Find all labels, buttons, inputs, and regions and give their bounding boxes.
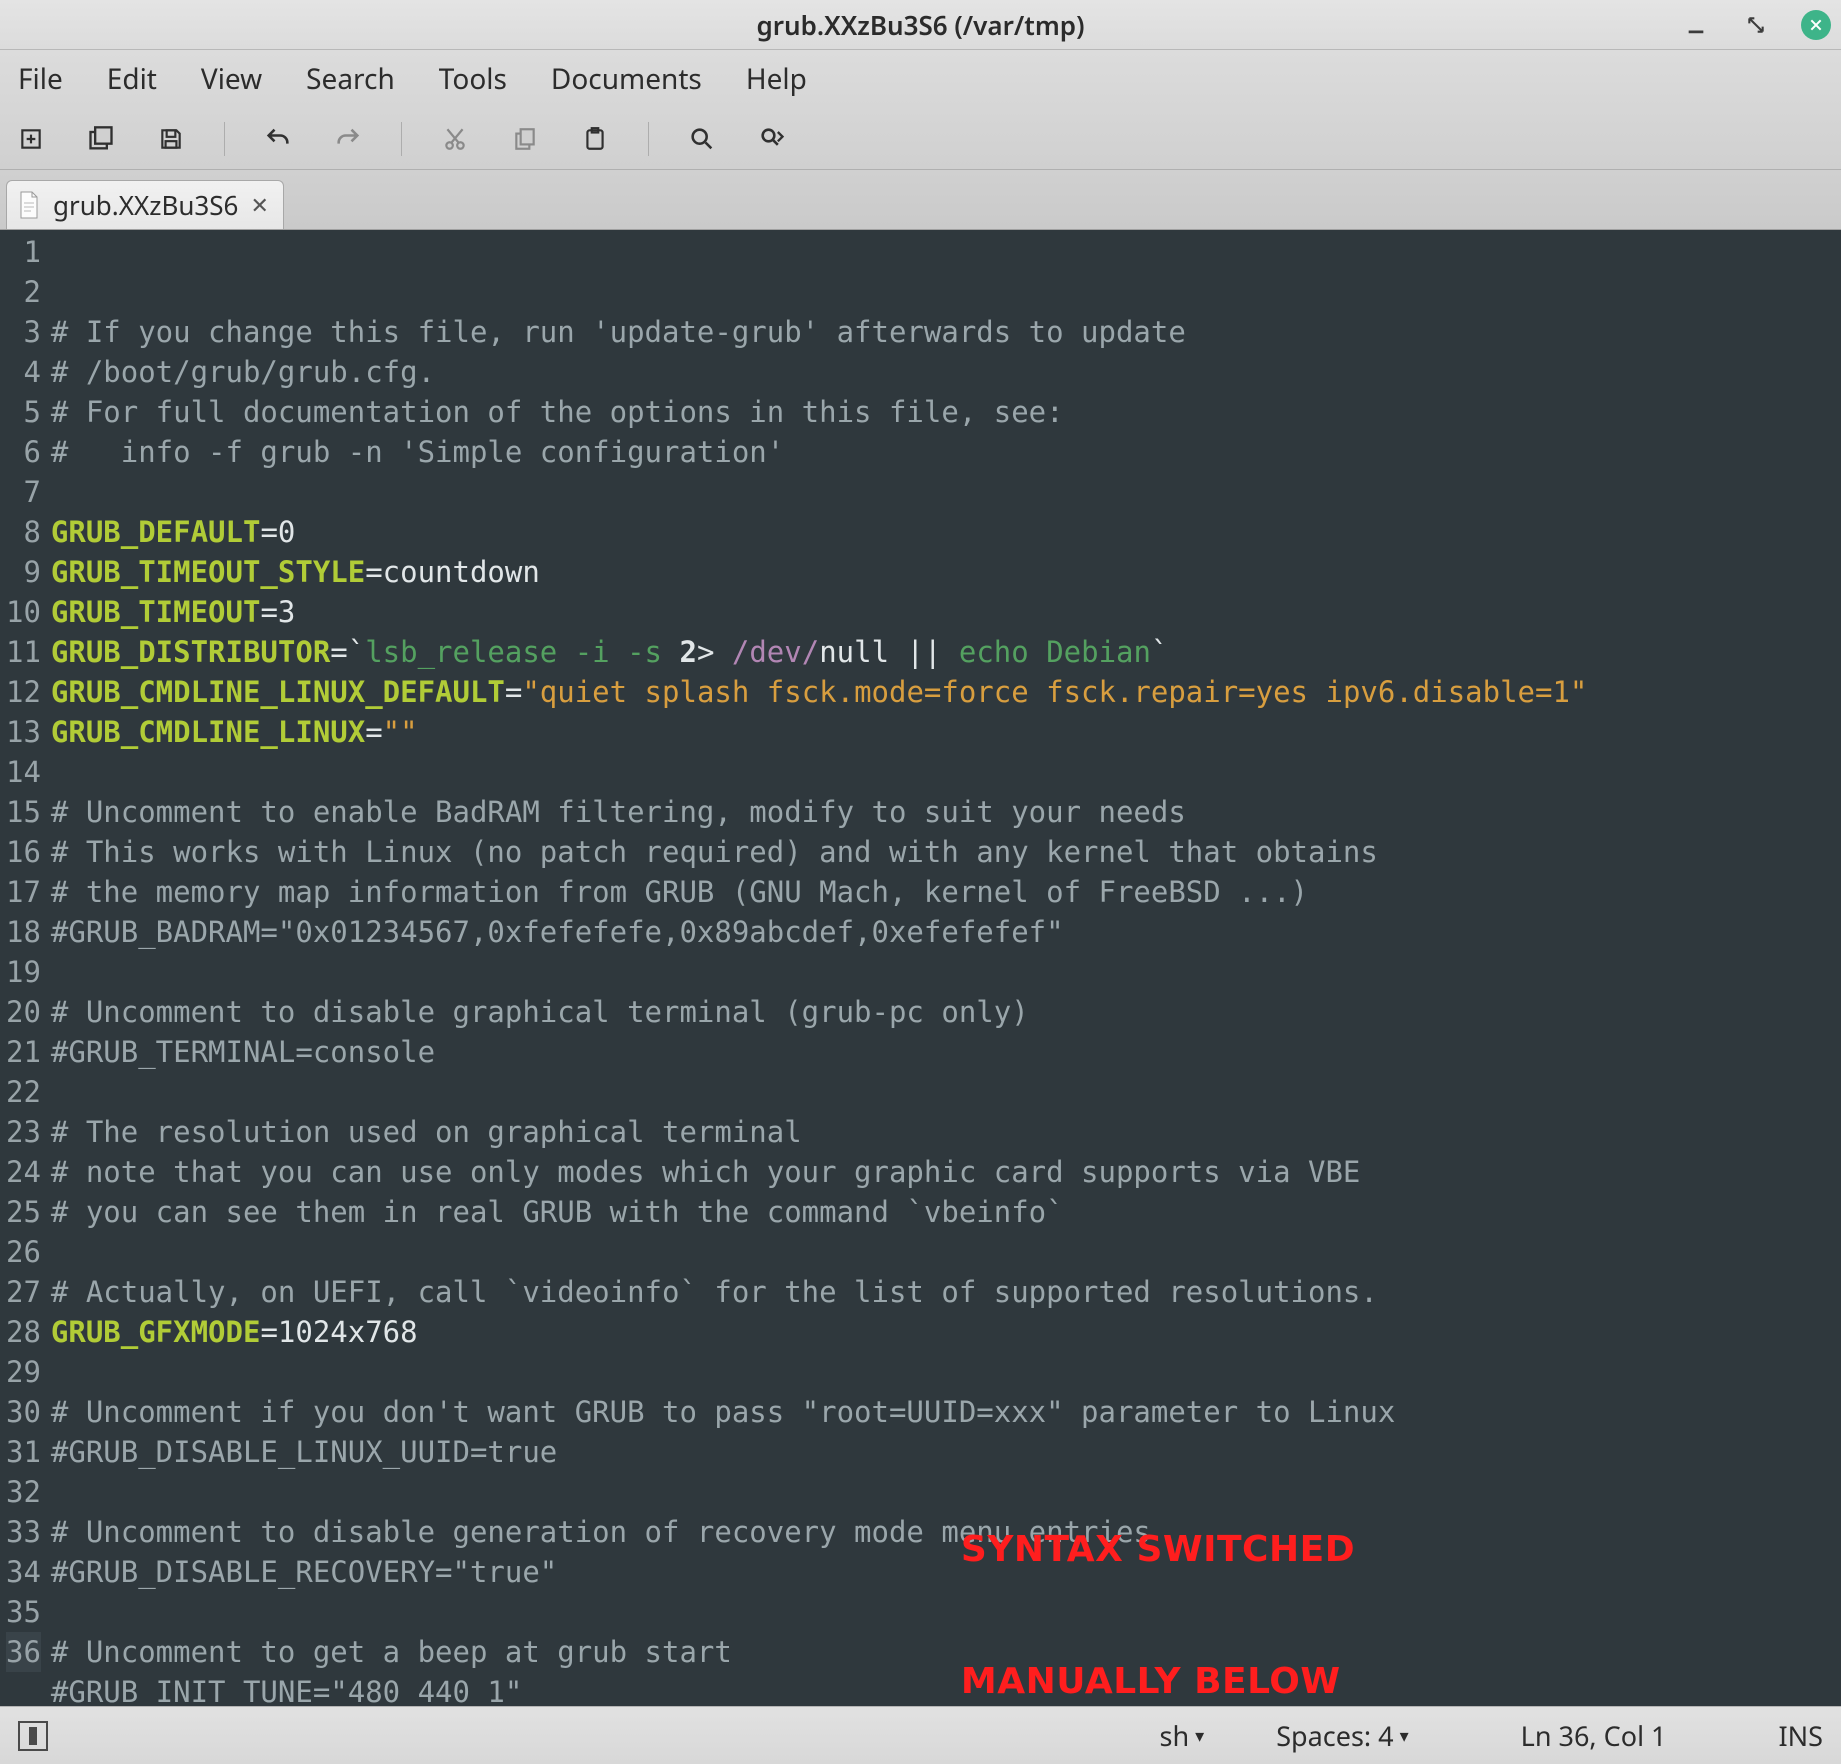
find-button[interactable] — [685, 122, 719, 156]
code-area[interactable]: # If you change this file, run 'update-g… — [51, 230, 1841, 1706]
indent-selector[interactable]: Spaces: 4▾ — [1276, 1717, 1408, 1754]
document-tab[interactable]: grub.XXzBu3S6 ✕ — [6, 180, 284, 229]
window-title: grub.XXzBu3S6 (/var/tmp) — [757, 7, 1085, 43]
toolbar-sep — [401, 122, 402, 156]
tab-close-icon[interactable]: ✕ — [250, 190, 268, 220]
menubar: File Edit View Search Tools Documents He… — [0, 50, 1841, 108]
side-panel-toggle[interactable] — [18, 1721, 48, 1751]
menu-tools[interactable]: Tools — [433, 56, 513, 102]
statusbar: sh▾ Spaces: 4▾ Ln 36, Col 1 INS — [0, 1706, 1841, 1764]
redo-button[interactable] — [331, 122, 365, 156]
paste-button[interactable] — [578, 122, 612, 156]
save-button[interactable] — [154, 122, 188, 156]
minimize-button[interactable] — [1681, 10, 1711, 40]
menu-search[interactable]: Search — [300, 56, 401, 102]
find-replace-button[interactable] — [755, 122, 789, 156]
close-button[interactable] — [1801, 10, 1831, 40]
toolbar — [0, 108, 1841, 170]
menu-help[interactable]: Help — [740, 56, 813, 102]
tabbar: grub.XXzBu3S6 ✕ — [0, 170, 1841, 230]
undo-button[interactable] — [261, 122, 295, 156]
editor[interactable]: 1234567891011121314151617181920212223242… — [0, 230, 1841, 1706]
file-icon — [17, 191, 41, 219]
menu-documents[interactable]: Documents — [545, 56, 708, 102]
insert-mode[interactable]: INS — [1779, 1717, 1824, 1754]
tab-label: grub.XXzBu3S6 — [53, 187, 238, 223]
menu-file[interactable]: File — [12, 56, 69, 102]
maximize-button[interactable] — [1741, 10, 1771, 40]
cursor-position: Ln 36, Col 1 — [1521, 1717, 1667, 1754]
annotation-overlay: SYNTAX SWITCHED MANUALLY BELOW — [961, 1440, 1355, 1706]
copy-button[interactable] — [508, 122, 542, 156]
menu-edit[interactable]: Edit — [101, 56, 163, 102]
new-file-button[interactable] — [14, 122, 48, 156]
toolbar-sep — [224, 122, 225, 156]
open-file-button[interactable] — [84, 122, 118, 156]
language-selector[interactable]: sh▾ — [1160, 1717, 1205, 1754]
line-gutter: 1234567891011121314151617181920212223242… — [0, 230, 51, 1706]
toolbar-sep — [648, 122, 649, 156]
menu-view[interactable]: View — [195, 56, 268, 102]
titlebar: grub.XXzBu3S6 (/var/tmp) — [0, 0, 1841, 50]
cut-button[interactable] — [438, 122, 472, 156]
